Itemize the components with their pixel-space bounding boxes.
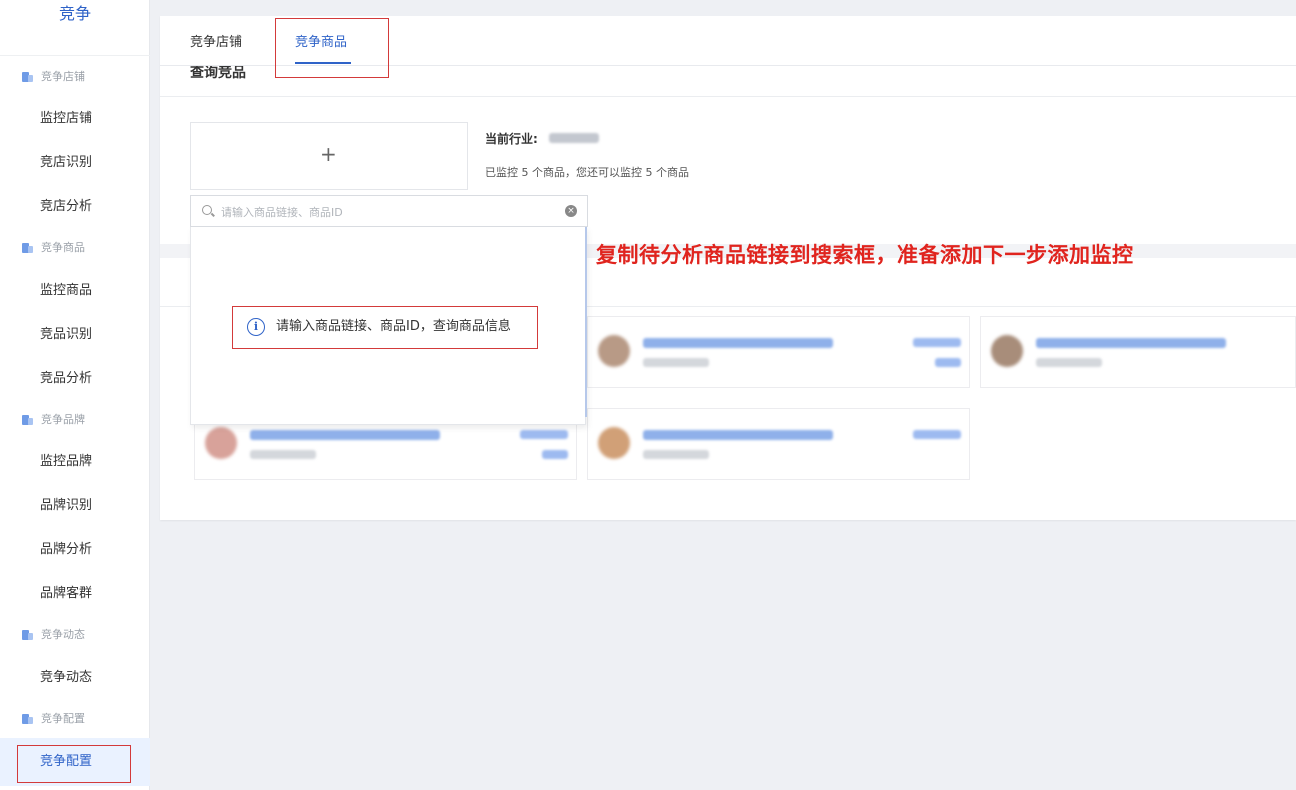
building-icon bbox=[22, 629, 33, 640]
search-box[interactable]: × bbox=[190, 195, 588, 227]
product-thumbnail bbox=[598, 427, 630, 459]
plus-icon[interactable]: + bbox=[320, 143, 337, 165]
tab-competitor-stores[interactable]: 竞争店铺 bbox=[190, 34, 242, 52]
product-card[interactable] bbox=[980, 316, 1296, 388]
product-name-blurred[interactable] bbox=[250, 430, 440, 440]
product-cancel-link[interactable] bbox=[542, 450, 568, 459]
product-date-blurred bbox=[643, 358, 709, 367]
industry-label: 当前行业: bbox=[485, 132, 538, 146]
sidebar-item-brand-audience[interactable]: 品牌客群 bbox=[40, 584, 92, 604]
product-date-blurred bbox=[250, 450, 316, 459]
annotation-highlight-box-sidebar bbox=[17, 745, 131, 783]
dropdown-scroll-edge bbox=[585, 227, 587, 417]
industry-value-blurred bbox=[549, 133, 599, 143]
sidebar-item-monitor-stores[interactable]: 监控店铺 bbox=[40, 109, 92, 129]
sidebar-item-dynamics[interactable]: 竞争动态 bbox=[40, 668, 92, 688]
sidebar-item-brand-identify[interactable]: 品牌识别 bbox=[40, 496, 92, 516]
product-thumbnail bbox=[991, 335, 1023, 367]
product-date-blurred bbox=[643, 450, 709, 459]
sidebar-group-competitor-stores[interactable]: 竞争店铺 bbox=[22, 66, 85, 86]
sidebar-item-monitor-products[interactable]: 监控商品 bbox=[40, 281, 92, 301]
section-title: 查询竞品 bbox=[190, 65, 246, 81]
annotation-text: 复制待分析商品链接到搜索框，准备添加下一步添加监控 bbox=[596, 243, 1134, 267]
search-hint: 请输入商品链接、商品ID，查询商品信息 bbox=[276, 319, 511, 334]
sidebar-item-store-analysis[interactable]: 竞店分析 bbox=[40, 197, 92, 217]
building-icon bbox=[22, 414, 33, 425]
product-thumbnail bbox=[205, 427, 237, 459]
sidebar-group-competitor-config[interactable]: 竞争配置 bbox=[22, 708, 85, 728]
product-analysis-link[interactable] bbox=[520, 430, 568, 439]
annotation-highlight-box-tab bbox=[275, 18, 389, 78]
divider bbox=[160, 96, 1296, 97]
clear-icon[interactable]: × bbox=[565, 205, 577, 217]
product-analysis-link[interactable] bbox=[913, 338, 961, 347]
search-input[interactable] bbox=[221, 202, 551, 222]
product-name-blurred[interactable] bbox=[643, 430, 833, 440]
monitor-status: 已监控 5 个商品，您还可以监控 5 个商品 bbox=[485, 166, 689, 179]
product-card[interactable] bbox=[587, 408, 970, 480]
sidebar-group-competitor-dynamics[interactable]: 竞争动态 bbox=[22, 624, 85, 644]
search-icon bbox=[202, 205, 212, 215]
sidebar-item-product-analysis[interactable]: 竞品分析 bbox=[40, 369, 92, 389]
sidebar-group-label: 竞争动态 bbox=[41, 628, 85, 641]
sidebar: 竞争 竞争店铺 监控店铺 竞店识别 竞店分析 竞争商品 监控商品 竞品识别 竞品… bbox=[0, 0, 150, 790]
product-cancel-link[interactable] bbox=[935, 358, 961, 367]
sidebar-group-label: 竞争配置 bbox=[41, 712, 85, 725]
sidebar-group-competitor-products[interactable]: 竞争商品 bbox=[22, 237, 85, 257]
sidebar-group-label: 竞争商品 bbox=[41, 241, 85, 254]
building-icon bbox=[22, 71, 33, 82]
product-date-blurred bbox=[1036, 358, 1102, 367]
product-card[interactable] bbox=[587, 316, 970, 388]
sidebar-group-label: 竞争品牌 bbox=[41, 413, 85, 426]
sidebar-group-label: 竞争店铺 bbox=[41, 70, 85, 83]
building-icon bbox=[22, 713, 33, 724]
product-name-blurred[interactable] bbox=[1036, 338, 1226, 348]
building-icon bbox=[22, 242, 33, 253]
product-thumbnail bbox=[598, 335, 630, 367]
sidebar-group-competitor-brands[interactable]: 竞争品牌 bbox=[22, 409, 85, 429]
sidebar-item-monitor-brands[interactable]: 监控品牌 bbox=[40, 452, 92, 472]
sidebar-item-brand-analysis[interactable]: 品牌分析 bbox=[40, 540, 92, 560]
sidebar-item-store-identify[interactable]: 竞店识别 bbox=[40, 153, 92, 173]
product-name-blurred[interactable] bbox=[643, 338, 833, 348]
product-analysis-link[interactable] bbox=[913, 430, 961, 439]
sidebar-title: 竞争 bbox=[0, 0, 150, 56]
info-icon: i bbox=[247, 318, 265, 336]
sidebar-item-product-identify[interactable]: 竞品识别 bbox=[40, 325, 92, 345]
